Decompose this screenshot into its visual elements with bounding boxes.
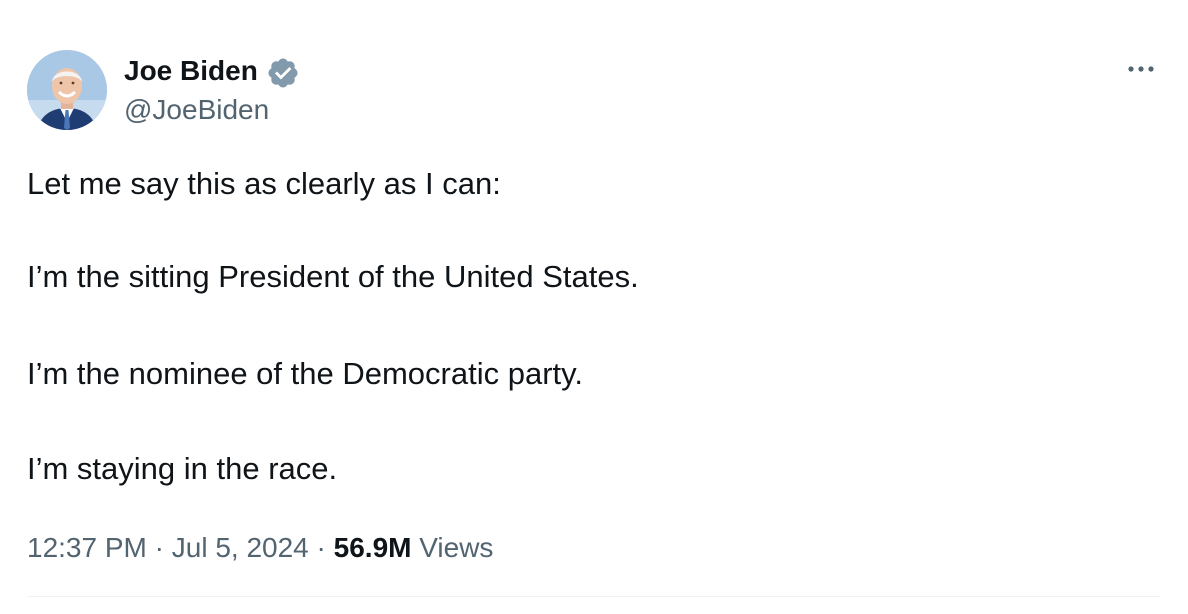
more-dot [1138, 66, 1144, 72]
more-options-button[interactable] [1118, 52, 1164, 86]
avatar-image [27, 50, 107, 130]
meta-separator: · [154, 532, 164, 563]
views-label[interactable]: Views [419, 532, 493, 563]
author-handle[interactable]: @JoeBiden [124, 93, 269, 127]
tweet-line: I’m the nominee of the Democratic party. [27, 356, 583, 391]
avatar[interactable] [27, 50, 107, 130]
verified-badge-icon [268, 58, 298, 88]
views-count[interactable]: 56.9M [334, 532, 412, 563]
tweet-meta: 12:37 PM · Jul 5, 2024 · 56.9M Views [27, 531, 493, 565]
tweet-line: I’m staying in the race. [27, 451, 338, 486]
tweet-line: I’m the sitting President of the United … [27, 259, 639, 294]
more-dot [1128, 66, 1134, 72]
meta-separator: · [316, 532, 326, 563]
tweet-card: Joe Biden @JoeBiden Let me say this as c… [0, 0, 1188, 614]
divider [27, 596, 1160, 597]
more-dot [1148, 66, 1154, 72]
tweet-date[interactable]: Jul 5, 2024 [172, 532, 309, 563]
tweet-time[interactable]: 12:37 PM [27, 532, 147, 563]
tweet-line: Let me say this as clearly as I can: [27, 166, 501, 201]
author-name[interactable]: Joe Biden [124, 54, 258, 88]
